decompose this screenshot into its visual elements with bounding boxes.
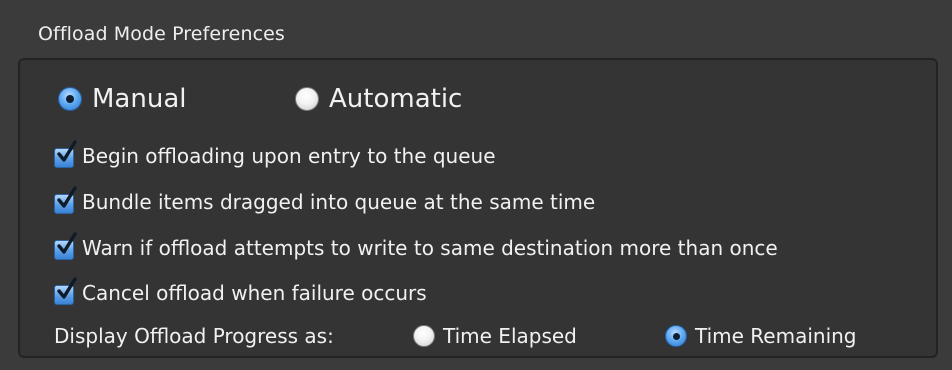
radio-time-remaining[interactable]: Time Remaining	[665, 324, 857, 348]
group-title: Offload Mode Preferences	[38, 23, 285, 45]
checkbox-bundle-items-label: Bundle items dragged into queue at the s…	[82, 190, 596, 214]
checkmark-icon	[57, 185, 77, 208]
checkmark-icon	[57, 139, 77, 162]
checkbox-begin-offloading-box[interactable]	[54, 139, 77, 168]
radio-manual[interactable]: Manual	[58, 84, 186, 114]
progress-display-label: Display Offload Progress as:	[54, 324, 334, 348]
radio-automatic-indicator[interactable]	[295, 87, 319, 111]
radio-time-remaining-indicator[interactable]	[665, 325, 687, 347]
checkbox-cancel-on-failure-box[interactable]	[54, 276, 77, 305]
checkbox-bundle-items-box[interactable]	[54, 185, 77, 214]
radio-time-elapsed[interactable]: Time Elapsed	[413, 324, 577, 348]
radio-automatic-label: Automatic	[329, 84, 463, 114]
progress-display-row: Display Offload Progress as:	[54, 324, 334, 348]
checkbox-warn-same-destination-label: Warn if offload attempts to write to sam…	[82, 236, 778, 260]
checkmark-icon	[57, 276, 77, 299]
radio-time-elapsed-indicator[interactable]	[413, 325, 435, 347]
radio-time-elapsed-label: Time Elapsed	[443, 324, 577, 348]
checkmark-icon	[57, 231, 77, 254]
checkbox-bundle-items[interactable]: Bundle items dragged into queue at the s…	[54, 185, 596, 214]
radio-manual-indicator[interactable]	[58, 87, 82, 111]
checkbox-begin-offloading-label: Begin offloading upon entry to the queue	[82, 144, 496, 168]
radio-time-remaining-label: Time Remaining	[695, 324, 857, 348]
radio-automatic[interactable]: Automatic	[295, 84, 462, 114]
radio-manual-label: Manual	[92, 84, 187, 114]
checkbox-begin-offloading[interactable]: Begin offloading upon entry to the queue	[54, 139, 496, 168]
preferences-panel: Offload Mode Preferences Manual Automati…	[0, 0, 952, 370]
checkbox-cancel-on-failure[interactable]: Cancel offload when failure occurs	[54, 276, 427, 305]
checkbox-warn-same-destination-box[interactable]	[54, 231, 77, 260]
checkbox-warn-same-destination[interactable]: Warn if offload attempts to write to sam…	[54, 231, 778, 260]
checkbox-cancel-on-failure-label: Cancel offload when failure occurs	[82, 281, 427, 305]
